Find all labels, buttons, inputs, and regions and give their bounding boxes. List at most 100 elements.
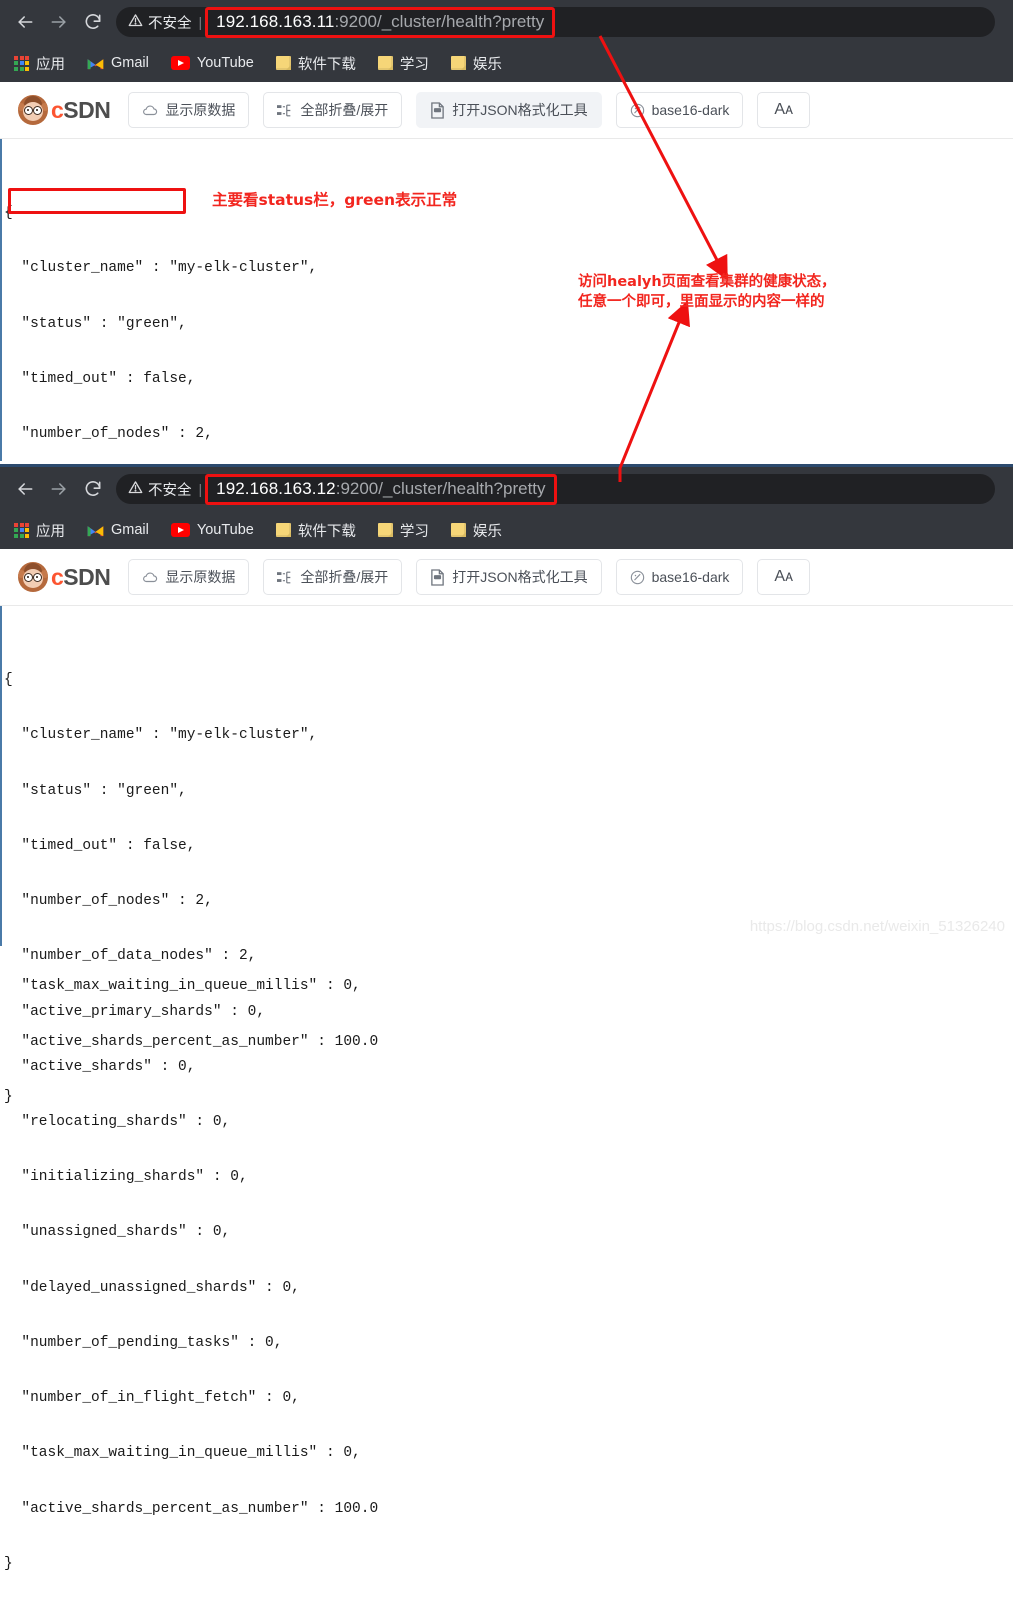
bookmark-label: 娱乐 — [472, 523, 502, 540]
theme-select-button[interactable]: base16-dark — [615, 92, 744, 128]
address-bar[interactable]: 不安全 | 192.168.163.12 :9200/_cluster/heal… — [116, 473, 995, 505]
json-content-bottom: { "cluster_name" : "my-elk-cluster", "st… — [0, 606, 1013, 1572]
back-button[interactable] — [8, 5, 42, 39]
json-line: "timed_out" : false, — [4, 837, 196, 854]
json-line: "cluster_name" : "my-elk-cluster", — [4, 727, 318, 744]
url-path: :9200/_cluster/health?pretty — [334, 11, 545, 31]
json-line: "initializing_shards" : 0, — [4, 1169, 248, 1186]
browser-toolbar: 不安全 | 192.168.163.12 :9200/_cluster/heal… — [0, 467, 1013, 511]
youtube-icon — [170, 56, 190, 70]
annotation-status-note: 主要看status栏，green表示正常 — [212, 191, 458, 209]
csdn-logo[interactable]: cSDN — [18, 562, 111, 592]
reload-button[interactable] — [76, 5, 110, 39]
json-line-status: "status" : "green", — [4, 315, 187, 332]
json-line: "number_of_pending_tasks" : 0, — [4, 1334, 283, 1351]
palette-icon — [630, 570, 645, 585]
font-size-button[interactable]: Aᴀ — [757, 92, 811, 128]
bookmark-label: 软件下载 — [297, 523, 356, 540]
csdn-logo[interactable]: cSDN — [18, 95, 111, 125]
bookmark-apps[interactable]: 应用 — [14, 520, 65, 541]
json-line: "number_of_nodes" : 2, — [4, 426, 213, 443]
annotation-health-line2: 任意一个即可，里面显示的内容一样的 — [578, 294, 825, 310]
json-line: "unassigned_shards" : 0, — [4, 1224, 231, 1241]
bookmark-apps[interactable]: 应用 — [14, 53, 65, 74]
omnibox-separator: | — [198, 481, 203, 497]
back-button[interactable] — [8, 472, 42, 506]
open-json-formatter-button[interactable]: 打开JSON格式化工具 — [416, 92, 602, 128]
apps-grid-icon — [14, 522, 29, 538]
cloud-icon — [142, 104, 158, 117]
json-line: "relocating_shards" : 0, — [4, 1113, 231, 1130]
font-size-icon: Aᴀ — [774, 568, 794, 585]
show-raw-data-button[interactable]: 显示原数据 — [128, 92, 250, 128]
json-line: { — [4, 672, 13, 689]
status-line-highlight-box — [8, 188, 186, 214]
palette-icon — [630, 103, 645, 118]
collapse-expand-icon — [277, 571, 293, 584]
bookmark-folder-software[interactable]: 软件下载 — [275, 520, 356, 541]
button-label: 全部折叠/展开 — [300, 569, 389, 585]
address-bar[interactable]: 不安全 | 192.168.163.11 :9200/_cluster/heal… — [116, 6, 995, 38]
csdn-wordmark-rest: SDN — [63, 563, 111, 590]
json-line: "delayed_unassigned_shards" : 0, — [4, 1279, 300, 1296]
folder-icon — [377, 56, 393, 70]
json-line: "active_primary_shards" : 0, — [4, 1003, 266, 1020]
csdn-wordmark-c: c — [51, 96, 64, 123]
collapse-expand-all-button[interactable]: 全部折叠/展开 — [263, 559, 403, 595]
not-secure-warning-icon — [128, 13, 143, 31]
forward-button[interactable] — [42, 5, 76, 39]
folder-icon — [275, 56, 291, 70]
json-line-status: "status" : "green", — [4, 782, 187, 799]
bookmark-folder-entertainment[interactable]: 娱乐 — [450, 520, 502, 541]
open-json-formatter-button[interactable]: 打开JSON格式化工具 — [416, 559, 602, 595]
not-secure-warning-icon — [128, 480, 143, 498]
bookmark-label: 学习 — [399, 56, 429, 73]
theme-select-button[interactable]: base16-dark — [615, 559, 744, 595]
font-size-button[interactable]: Aᴀ — [757, 559, 811, 595]
gmail-icon — [87, 524, 104, 537]
url-highlight-box[interactable]: 192.168.163.12 :9200/_cluster/health?pre… — [205, 473, 557, 505]
bookmark-folder-study[interactable]: 学习 — [377, 53, 429, 74]
folder-icon — [275, 523, 291, 537]
bookmark-label: 软件下载 — [297, 56, 356, 73]
csdn-watermark: https://blog.csdn.net/weixin_51326240 — [749, 918, 1005, 935]
button-label: base16-dark — [651, 102, 730, 118]
json-line: } — [4, 1555, 13, 1572]
collapse-expand-all-button[interactable]: 全部折叠/展开 — [263, 92, 403, 128]
bookmark-youtube[interactable]: YouTube — [170, 55, 254, 71]
bookmark-gmail[interactable]: Gmail — [87, 55, 149, 71]
json-line: "active_shards_percent_as_number" : 100.… — [4, 1500, 379, 1517]
monkey-mascot-icon — [18, 562, 48, 592]
json-line: "number_of_data_nodes" : 2, — [4, 948, 257, 965]
json-line: "task_max_waiting_in_queue_millis" : 0, — [4, 978, 361, 995]
gmail-icon — [87, 57, 104, 70]
bookmark-folder-entertainment[interactable]: 娱乐 — [450, 53, 502, 74]
show-raw-data-button[interactable]: 显示原数据 — [128, 559, 250, 595]
bookmark-label: 娱乐 — [472, 56, 502, 73]
csdn-wordmark: cSDN — [51, 563, 111, 591]
url-host: 192.168.163.12 — [216, 478, 336, 498]
bookmarks-bar: 应用 Gmail YouTube 软件下载 学习 娱乐 — [0, 44, 1013, 82]
button-label: 全部折叠/展开 — [300, 102, 389, 118]
monkey-mascot-icon — [18, 95, 48, 125]
bookmark-folder-software[interactable]: 软件下载 — [275, 53, 356, 74]
annotation-health-line1: 访问healyh页面查看集群的健康状态， — [578, 274, 836, 290]
button-label: 显示原数据 — [165, 102, 236, 118]
reload-button[interactable] — [76, 472, 110, 506]
font-size-icon: Aᴀ — [774, 101, 794, 118]
button-label: 打开JSON格式化工具 — [452, 102, 588, 118]
bookmark-label: Gmail — [111, 522, 149, 538]
bookmark-folder-study[interactable]: 学习 — [377, 520, 429, 541]
button-label: 显示原数据 — [165, 569, 236, 585]
omnibox-separator: | — [198, 14, 203, 30]
json-scroll-rail — [0, 606, 2, 946]
forward-button[interactable] — [42, 472, 76, 506]
bookmarks-bar: 应用 Gmail YouTube 软件下载 学习 娱乐 — [0, 511, 1013, 549]
json-file-icon — [430, 568, 445, 586]
bookmark-youtube[interactable]: YouTube — [170, 522, 254, 538]
button-label: base16-dark — [651, 569, 730, 585]
cloud-icon — [142, 571, 158, 584]
url-highlight-box[interactable]: 192.168.163.11 :9200/_cluster/health?pre… — [205, 6, 556, 38]
bookmark-gmail[interactable]: Gmail — [87, 522, 149, 538]
url-path: :9200/_cluster/health?pretty — [335, 478, 546, 498]
